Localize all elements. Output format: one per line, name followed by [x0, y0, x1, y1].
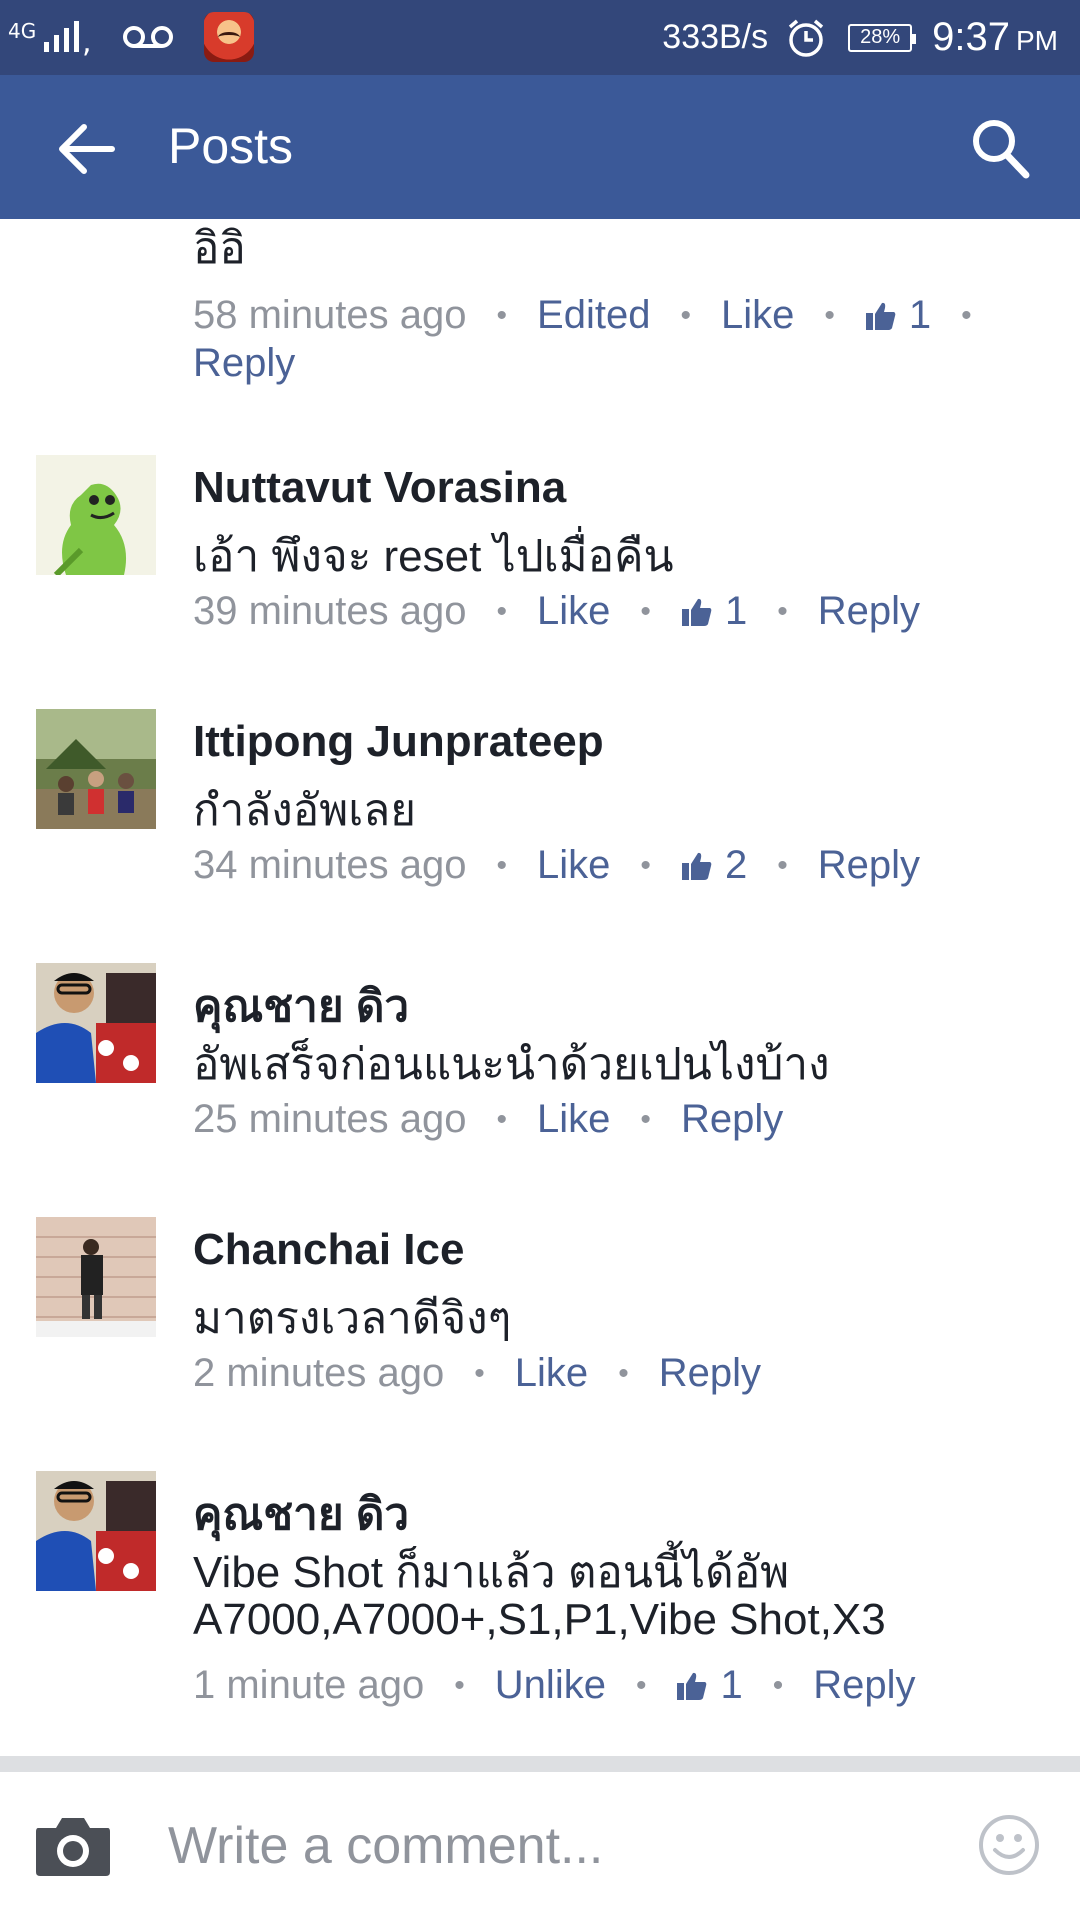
clock-ampm: PM [1016, 25, 1058, 56]
smiley-icon[interactable] [978, 1814, 1040, 1876]
separator-dot: • [824, 298, 835, 332]
separator-dot: • [635, 1668, 647, 1702]
voicemail-icon [122, 26, 173, 48]
comment-body: มาตรงเวลาดีจิงๆ [193, 1294, 512, 1343]
reply-button[interactable]: Reply [818, 589, 920, 634]
selfie-blue-shirt-avatar-icon [36, 963, 156, 1083]
like-button[interactable]: Like [515, 1351, 588, 1396]
like-button[interactable]: Like [537, 843, 610, 888]
comment-author[interactable]: Chanchai Ice [193, 1225, 464, 1275]
battery-indicator: 28% [848, 23, 917, 52]
comment-meta-wrap: Reply [193, 341, 295, 386]
signal-separator: , [82, 25, 92, 60]
like-button[interactable]: Like [537, 1097, 610, 1142]
like-button[interactable]: Like [537, 589, 610, 634]
unlike-button[interactable]: Unlike [495, 1663, 606, 1708]
like-button[interactable]: Like [721, 293, 794, 338]
thumbs-up-icon [681, 852, 712, 880]
divider [0, 1756, 1080, 1772]
separator-dot: • [496, 1102, 508, 1136]
reply-button[interactable]: Reply [681, 1097, 783, 1142]
separator-dot: • [640, 1102, 651, 1136]
reply-button[interactable]: Reply [659, 1351, 761, 1396]
comment-time: 1 minute ago [193, 1663, 425, 1707]
comment-meta: 39 minutes ago • Like • 1 • Reply [193, 589, 920, 634]
thumbs-up-icon [865, 302, 896, 330]
avatar[interactable] [36, 709, 156, 829]
thumbs-up-icon [681, 598, 712, 626]
reply-button[interactable]: Reply [193, 341, 295, 386]
like-count[interactable]: 1 [720, 1663, 742, 1708]
separator-dot: • [474, 1356, 485, 1390]
comment-time: 39 minutes ago [193, 589, 467, 633]
separator-dot: • [772, 1668, 784, 1702]
comment-meta: 2 minutes ago • Like • Reply [193, 1351, 761, 1396]
comment-composer [0, 1772, 1080, 1920]
comment-time: 34 minutes ago [193, 843, 467, 887]
comment-time: 25 minutes ago [193, 1097, 467, 1141]
like-count[interactable]: 1 [909, 293, 931, 338]
network-type: 4G [8, 19, 37, 43]
group-photo-avatar-icon [36, 709, 156, 829]
app-bar: Posts [0, 75, 1080, 219]
separator-dot: • [640, 848, 651, 882]
comment-meta: 25 minutes ago • Like • Reply [193, 1097, 783, 1142]
reply-button[interactable]: Reply [813, 1663, 915, 1708]
arrow-left-icon[interactable] [56, 121, 116, 177]
separator-dot: • [496, 594, 508, 628]
comment-input[interactable] [168, 1810, 928, 1882]
comment-body: อัพเสร็จก่อนแนะนำด้วยเปนไงบ้าง [193, 1040, 830, 1089]
separator-dot: • [496, 298, 508, 332]
status-bar: 4G , 333B/s 28% 9:37 PM [0, 0, 1080, 75]
avatar[interactable] [36, 1471, 156, 1591]
comment-time: 58 minutes ago [193, 293, 467, 337]
alarm-clock-icon [789, 19, 824, 57]
status-right: 333B/s 28% 9:37 PM [662, 0, 1058, 75]
camera-icon[interactable] [34, 1814, 112, 1878]
comment-meta: 34 minutes ago • Like • 2 • Reply [193, 843, 920, 888]
thumbs-up-icon [677, 1672, 707, 1700]
avatar[interactable] [36, 1217, 156, 1337]
status-left: 4G , [8, 12, 254, 62]
comment-body: เอ้า พึงจะ reset ไปเมื่อคืน [193, 532, 674, 581]
edited-link[interactable]: Edited [537, 293, 650, 338]
separator-dot: • [680, 298, 691, 332]
game-app-icon [203, 12, 254, 62]
comment-meta: 1 minute ago • Unlike • 1 • Reply [193, 1663, 916, 1708]
comment-author[interactable]: Nuttavut Vorasina [193, 463, 566, 513]
comment-body-line-2: A7000,A7000+,S1,P1,Vibe Shot,X3 [193, 1595, 886, 1644]
reply-button[interactable]: Reply [818, 843, 920, 888]
like-count[interactable]: 1 [725, 589, 747, 634]
separator-dot: • [961, 298, 972, 332]
signal-strength-icon [44, 21, 79, 52]
separator-dot: • [454, 1668, 465, 1702]
avatar[interactable] [36, 963, 156, 1083]
comment-author[interactable]: Ittipong Junprateep [193, 717, 604, 767]
search-icon[interactable] [970, 117, 1030, 179]
avatar[interactable] [36, 455, 156, 575]
person-brick-wall-avatar-icon [36, 1217, 156, 1337]
separator-dot: • [777, 848, 788, 882]
green-frog-avatar-icon [36, 455, 156, 575]
separator-dot: • [777, 594, 788, 628]
like-count[interactable]: 2 [725, 843, 747, 888]
separator-dot: • [618, 1356, 629, 1390]
comment-body: กำลังอัพเลย [193, 786, 417, 835]
clock-time: 9:37 [932, 15, 1010, 59]
separator-dot: • [496, 848, 508, 882]
separator-dot: • [640, 594, 651, 628]
comment-time: 2 minutes ago [193, 1351, 445, 1395]
network-speed: 333B/s [662, 18, 769, 56]
selfie-blue-shirt-avatar-icon [36, 1471, 156, 1591]
page-title: Posts [168, 118, 294, 174]
clock: 9:37 PM [932, 15, 1058, 60]
comment-meta: 58 minutes ago • Edited • Like • 1 • [193, 293, 1002, 338]
comment-body: อิอิ [193, 224, 246, 273]
